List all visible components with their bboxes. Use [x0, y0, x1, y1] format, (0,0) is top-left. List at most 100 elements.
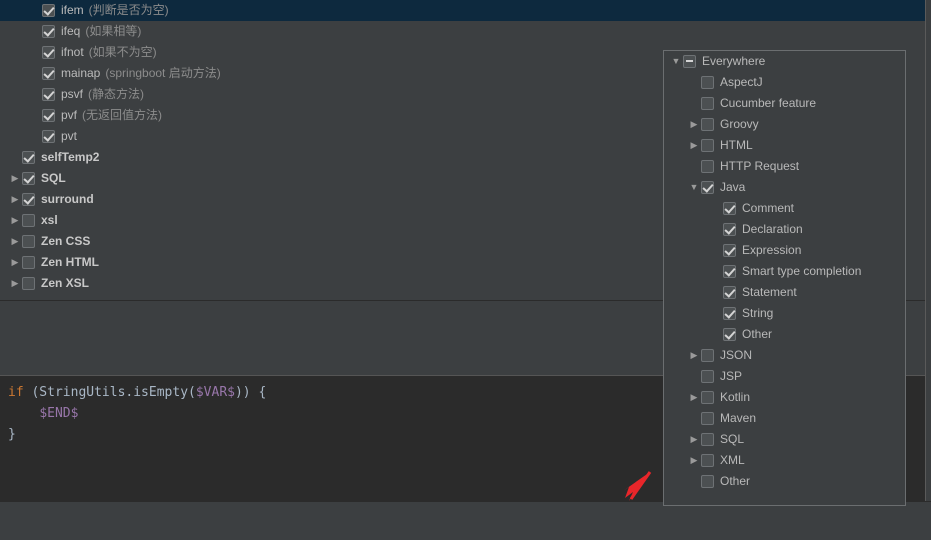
checkbox-unchecked[interactable] [701, 139, 714, 152]
tree-expand-arrow-closed[interactable]: ▶ [8, 168, 22, 189]
template-item-label: ifeq [61, 24, 81, 38]
template-item-description: (静态方法) [88, 87, 145, 101]
template-item-label: mainap [61, 66, 101, 80]
tree-expand-arrow-closed[interactable]: ▶ [8, 273, 22, 294]
checkbox-checked[interactable] [22, 193, 35, 206]
tree-expand-arrow-closed[interactable]: ▶ [8, 252, 22, 273]
template-item-description: (无返回值方法) [82, 108, 163, 122]
tree-expand-arrow-closed[interactable]: ▶ [687, 114, 701, 135]
checkbox-unchecked[interactable] [701, 76, 714, 89]
template-item-label: psvf [61, 87, 84, 101]
context-popup-item[interactable]: ▶JSP [664, 366, 905, 387]
checkbox-checked[interactable] [701, 181, 714, 194]
template-item-description: (如果不为空) [88, 45, 157, 59]
context-popup-item-label: Kotlin [720, 390, 751, 404]
checkbox-checked[interactable] [42, 130, 55, 143]
context-popup-item-label: Groovy [720, 117, 759, 131]
context-popup-item-label: XML [720, 453, 745, 467]
context-popup-item[interactable]: ▼ Everywhere [664, 51, 905, 72]
tree-expand-arrow-closed[interactable]: ▶ [8, 231, 22, 252]
checkbox-unchecked[interactable] [22, 277, 35, 290]
context-popup-item[interactable]: ▶ JSON [664, 345, 905, 366]
context-popup-item[interactable]: ▶Declaration [664, 219, 905, 240]
dialog-right-edge [925, 0, 931, 501]
checkbox-checked[interactable] [723, 328, 736, 341]
checkbox-unchecked[interactable] [22, 235, 35, 248]
template-item-label: ifnot [61, 45, 84, 59]
checkbox-unchecked[interactable] [701, 433, 714, 446]
context-popup-item[interactable]: ▶AspectJ [664, 72, 905, 93]
checkbox-unchecked[interactable] [22, 214, 35, 227]
context-popup-item[interactable]: ▶Cucumber feature [664, 93, 905, 114]
checkbox-checked[interactable] [42, 109, 55, 122]
checkbox-checked[interactable] [22, 172, 35, 185]
checkbox-unchecked[interactable] [22, 256, 35, 269]
checkbox-tri[interactable] [683, 55, 696, 68]
checkbox-checked[interactable] [42, 4, 55, 17]
tree-expand-arrow-closed[interactable]: ▶ [687, 135, 701, 156]
checkbox-checked[interactable] [723, 223, 736, 236]
tree-expand-arrow-closed[interactable]: ▶ [8, 189, 22, 210]
context-popup-item[interactable]: ▶String [664, 303, 905, 324]
context-popup-item[interactable]: ▶ HTML [664, 135, 905, 156]
context-popup-item[interactable]: ▶ Groovy [664, 114, 905, 135]
context-popup-item-label: Other [720, 474, 751, 488]
tree-expand-arrow-closed[interactable]: ▶ [687, 429, 701, 450]
template-item-label: Zen HTML [41, 255, 99, 269]
context-popup-item[interactable]: ▶ Kotlin [664, 387, 905, 408]
checkbox-unchecked[interactable] [701, 160, 714, 173]
context-popup-item-label: Maven [720, 411, 757, 425]
checkbox-checked[interactable] [42, 67, 55, 80]
context-popup-item[interactable]: ▶Comment [664, 198, 905, 219]
tree-expand-arrow-closed[interactable]: ▶ [687, 345, 701, 366]
checkbox-unchecked[interactable] [701, 118, 714, 131]
context-popup-item-label: Java [720, 180, 746, 194]
context-popup-item[interactable]: ▶Statement [664, 282, 905, 303]
tree-expand-arrow-closed[interactable]: ▶ [687, 387, 701, 408]
context-popup-item-label: Cucumber feature [720, 96, 817, 110]
checkbox-unchecked[interactable] [701, 97, 714, 110]
context-popup-item[interactable]: ▼ Java [664, 177, 905, 198]
tree-expand-arrow-open[interactable]: ▼ [669, 51, 683, 72]
template-list-item[interactable]: ▶ifeq(如果相等) [0, 21, 931, 42]
context-popup-item-label: AspectJ [720, 75, 763, 89]
context-popup-item-label: Expression [742, 243, 802, 257]
template-list-item[interactable]: ▶ifem(判断是否为空) [0, 0, 931, 21]
context-popup-item[interactable]: ▶ SQL [664, 429, 905, 450]
checkbox-checked[interactable] [723, 286, 736, 299]
context-popup-item-label: Smart type completion [742, 264, 862, 278]
tree-expand-arrow-open[interactable]: ▼ [687, 177, 701, 198]
context-popup-item[interactable]: ▶HTTP Request [664, 156, 905, 177]
template-item-label: ifem [61, 3, 84, 17]
checkbox-checked[interactable] [42, 46, 55, 59]
context-popup-item[interactable]: ▶Other [664, 324, 905, 345]
checkbox-checked[interactable] [42, 88, 55, 101]
code-token: $END$ [39, 406, 79, 421]
checkbox-checked[interactable] [723, 202, 736, 215]
context-popup-item[interactable]: ▶ XML [664, 450, 905, 471]
template-item-label: Zen CSS [41, 234, 91, 248]
checkbox-unchecked[interactable] [701, 370, 714, 383]
tree-expand-arrow-closed[interactable]: ▶ [687, 450, 701, 471]
context-popup-item[interactable]: ▶Maven [664, 408, 905, 429]
checkbox-unchecked[interactable] [701, 475, 714, 488]
template-item-label: selfTemp2 [41, 150, 100, 164]
tree-expand-arrow-closed[interactable]: ▶ [8, 210, 22, 231]
context-popup-item[interactable]: ▶Other [664, 471, 905, 492]
context-popup-item-label: HTML [720, 138, 753, 152]
context-popup-item[interactable]: ▶Smart type completion [664, 261, 905, 282]
checkbox-unchecked[interactable] [701, 412, 714, 425]
checkbox-checked[interactable] [723, 265, 736, 278]
checkbox-checked[interactable] [22, 151, 35, 164]
context-popup-item-label: Other [742, 327, 773, 341]
checkbox-checked[interactable] [723, 244, 736, 257]
checkbox-checked[interactable] [723, 307, 736, 320]
context-popup-item[interactable]: ▶Expression [664, 240, 905, 261]
checkbox-checked[interactable] [42, 25, 55, 38]
context-popup-item-label: Declaration [742, 222, 803, 236]
checkbox-unchecked[interactable] [701, 391, 714, 404]
checkbox-unchecked[interactable] [701, 349, 714, 362]
context-filter-popup[interactable]: ▼Everywhere▶AspectJ▶Cucumber feature▶Gro… [663, 50, 906, 506]
checkbox-unchecked[interactable] [701, 454, 714, 467]
template-item-label: xsl [41, 213, 58, 227]
